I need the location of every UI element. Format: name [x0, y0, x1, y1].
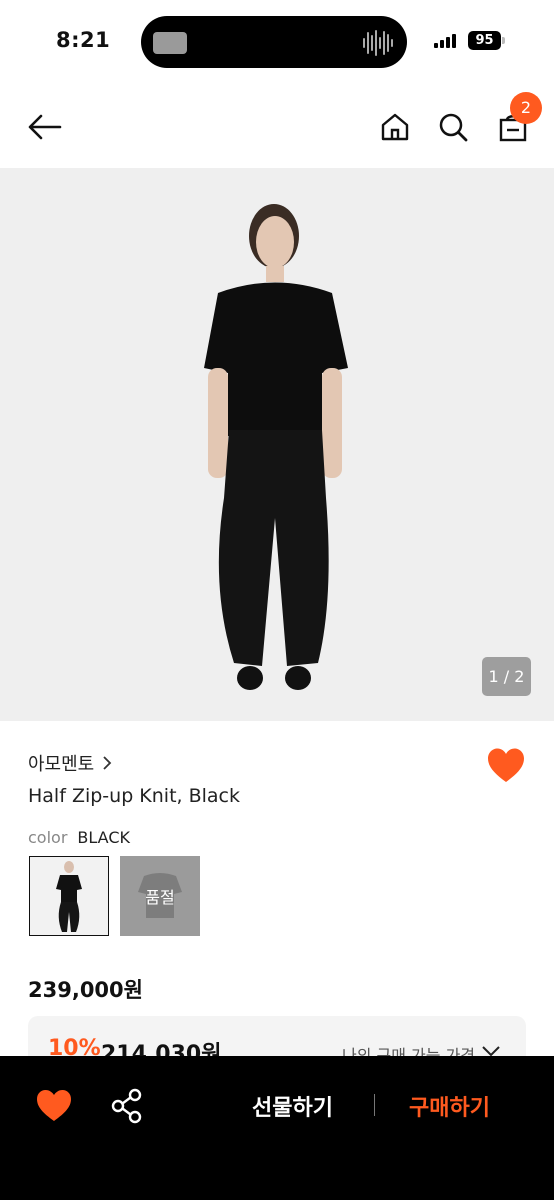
search-icon	[439, 113, 468, 142]
heart-icon	[488, 748, 524, 782]
top-nav	[0, 84, 554, 168]
image-page-counter: 1 / 2	[482, 657, 531, 696]
status-time: 8:21	[56, 28, 111, 52]
color-option-grey[interactable]: 품절	[120, 856, 200, 936]
color-value: BLACK	[77, 828, 130, 847]
wishlist-button[interactable]	[486, 746, 526, 786]
chevron-right-icon	[103, 756, 112, 770]
audio-wave-icon	[363, 28, 393, 58]
soldout-label: 품절	[145, 888, 175, 907]
back-button[interactable]	[24, 106, 66, 148]
status-bar: 8:21 95	[0, 0, 554, 84]
divider	[374, 1094, 375, 1116]
battery-indicator: 95	[468, 31, 501, 50]
bottom-action-bar: 선물하기 구매하기	[0, 1056, 554, 1200]
product-name: Half Zip-up Knit, Black	[28, 785, 241, 807]
swatch-thumbnail	[56, 861, 82, 932]
gift-button[interactable]: 선물하기	[252, 1090, 333, 1122]
home-icon	[381, 113, 409, 141]
signal-icon	[434, 34, 456, 48]
color-row: color BLACK	[28, 828, 130, 847]
color-label: color	[28, 828, 68, 847]
product-photo	[204, 204, 348, 690]
share-icon	[111, 1088, 142, 1124]
battery-tip	[502, 37, 505, 44]
now-playing-artwork	[153, 32, 187, 54]
product-price: 239,000원	[28, 978, 143, 1002]
share-button[interactable]	[108, 1086, 146, 1126]
cart-count-badge: 2	[510, 92, 542, 124]
buy-button[interactable]: 구매하기	[409, 1090, 490, 1122]
bottom-wishlist-button[interactable]	[34, 1086, 74, 1126]
brand-link[interactable]: 아모멘토	[28, 750, 112, 776]
search-button[interactable]	[432, 106, 474, 148]
home-button[interactable]	[374, 106, 416, 148]
color-option-black[interactable]	[29, 856, 109, 936]
back-arrow-icon	[28, 114, 62, 140]
brand-name: 아모멘토	[28, 754, 95, 775]
dynamic-island[interactable]	[141, 16, 407, 68]
heart-icon	[37, 1090, 71, 1121]
product-image-gallery[interactable]: 1 / 2	[0, 168, 554, 721]
